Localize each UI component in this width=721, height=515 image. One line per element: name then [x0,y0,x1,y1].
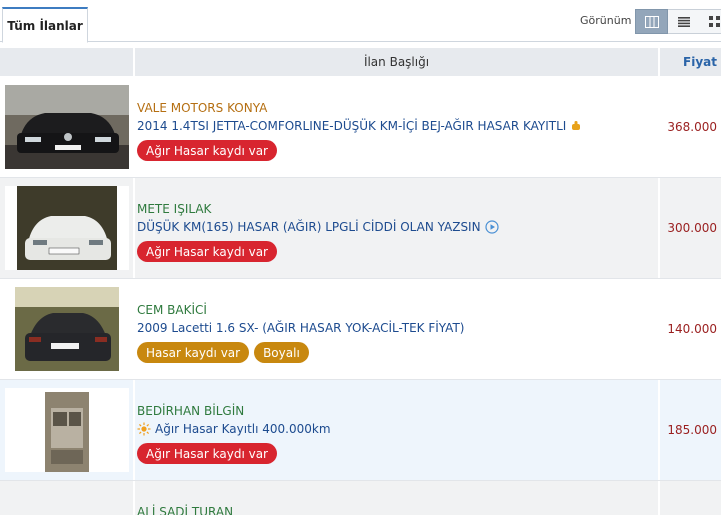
damage-badge: Ağır Hasar kaydı var [137,140,277,161]
listing-thumbnail[interactable] [5,85,129,169]
play-video-icon [484,220,499,234]
listing-seller[interactable]: METE IŞILAK [137,202,211,216]
listing-badges: Ağır Hasar kaydı var [137,140,277,161]
list-view-icon [678,16,690,27]
tab-all-listings[interactable]: Tüm İlanlar [2,7,88,43]
listing-title[interactable]: 2009 Lacetti 1.6 SX- (AĞIR HASAR YOK-ACİ… [137,321,464,335]
grid-view-icon [709,16,720,27]
listing-badges: Ağır Hasar kaydı var [137,443,277,464]
listing-seller[interactable]: VALE MOTORS KONYA [137,101,267,115]
table-view-icon [644,15,659,28]
view-label: Görünüm [580,14,632,27]
listing-thumbnail[interactable] [5,287,129,371]
listing-title[interactable]: 2014 1.4TSI JETTA-COMFORLINE-DÜŞÜK KM-İÇ… [137,119,582,133]
listing-title-text: 2009 Lacetti 1.6 SX- (AĞIR HASAR YOK-ACİ… [137,321,465,335]
table-row[interactable]: ALİ SADİ TURAN [0,481,721,515]
listing-title[interactable]: DÜŞÜK KM(165) HASAR (AĞIR) LPGLİ CİDDİ O… [137,220,499,234]
table-row[interactable]: CEM BAKİCİ 2009 Lacetti 1.6 SX- (AĞIR HA… [0,279,721,380]
top-bar: Tüm İlanlar Görünüm [0,0,721,43]
listing-seller[interactable]: BEDİRHAN BİLGİN [137,404,244,418]
grid-view-button[interactable] [700,9,721,34]
column-header-title[interactable]: İlan Başlığı [135,48,658,76]
damage-badge: Ağır Hasar kaydı var [137,443,277,464]
listing-title-text: 2014 1.4TSI JETTA-COMFORLINE-DÜŞÜK KM-İÇ… [137,119,567,133]
table-row[interactable]: VALE MOTORS KONYA 2014 1.4TSI JETTA-COMF… [0,77,721,178]
listing-price: 140.000 [667,322,717,336]
damage-badge: Ağır Hasar kaydı var [137,241,277,262]
table-row[interactable]: BEDİRHAN BİLGİN Ağır Hasar Kayıtlı 400.0… [0,380,721,481]
painted-badge: Boyalı [254,342,309,363]
listing-seller[interactable]: ALİ SADİ TURAN [137,505,233,515]
thumbs-up-icon [572,121,581,130]
listing-thumbnail[interactable] [5,186,129,270]
listing-price: 185.000 [667,423,717,437]
listing-title[interactable]: Ağır Hasar Kayıtlı 400.000km [137,422,331,436]
listing-badges: Hasar kaydı var Boyalı [137,342,309,363]
sun-icon [137,422,151,436]
table-header: İlan Başlığı Fiyat [0,48,721,76]
column-header-price[interactable]: Fiyat [661,48,721,76]
list-view-button[interactable] [668,9,701,34]
listing-thumbnail[interactable] [5,388,129,472]
listing-price: 368.000 [667,120,717,134]
listing-title-text: Ağır Hasar Kayıtlı 400.000km [155,422,331,436]
listing-seller[interactable]: CEM BAKİCİ [137,303,207,317]
listing-badges: Ağır Hasar kaydı var [137,241,277,262]
table-row[interactable]: METE IŞILAK DÜŞÜK KM(165) HASAR (AĞIR) L… [0,178,721,279]
table-view-button[interactable] [635,9,668,34]
listing-price: 300.000 [667,221,717,235]
damage-badge: Hasar kaydı var [137,342,250,363]
listing-title-text: DÜŞÜK KM(165) HASAR (AĞIR) LPGLİ CİDDİ O… [137,220,481,234]
